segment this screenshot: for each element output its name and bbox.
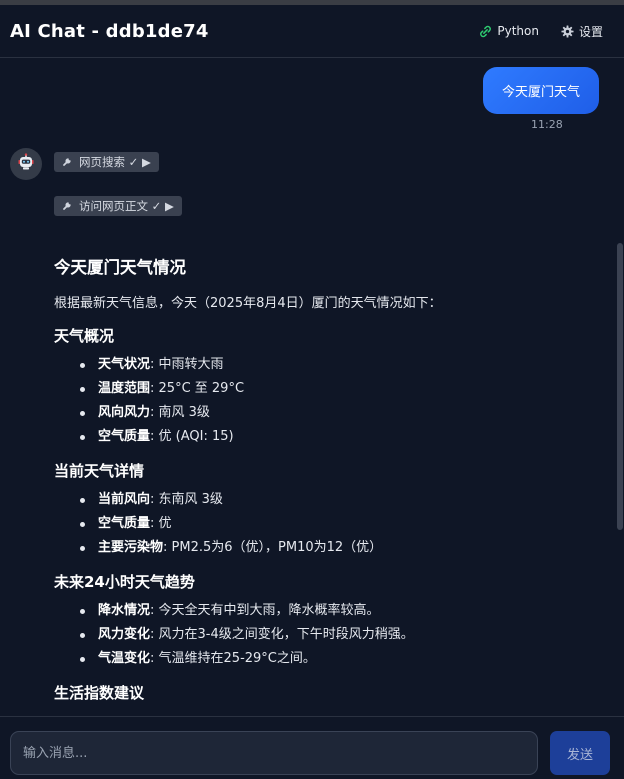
section-list: 降水情况: 今天全天有中到大雨，降水概率较高。 风力变化: 风力在3-4级之间变…: [54, 599, 594, 671]
wrench-icon: [62, 155, 74, 170]
wrench-icon: [62, 199, 74, 214]
list-item: 温度范围: 25°C 至 29°C: [54, 377, 594, 401]
settings-label: 设置: [578, 24, 603, 39]
app-title: AI Chat - ddb1de74: [10, 20, 209, 42]
python-button[interactable]: Python: [479, 24, 539, 38]
user-message-text: 今天厦门天气: [501, 85, 580, 100]
python-label: Python: [497, 24, 539, 38]
list-item: 天气状况: 中雨转大雨: [54, 353, 594, 377]
gear-icon: [561, 24, 574, 38]
robot-icon: [17, 153, 35, 175]
user-message-time: 11:28: [531, 118, 563, 131]
tool-call-visit-page[interactable]: 访问网页正文 ✓ ▶: [54, 196, 182, 216]
answer-intro: 根据最新天气信息，今天（2025年8月4日）厦门的天气情况如下：: [54, 296, 442, 311]
assistant-avatar: [10, 148, 42, 180]
message-input-bar: 发送: [0, 716, 624, 779]
section-heading: 天气概况: [54, 327, 115, 345]
section-list: 当前风向: 东南风 3级 空气质量: 优 主要污染物: PM2.5为6（优），P…: [54, 488, 594, 560]
section-heading: 生活指数建议: [54, 684, 145, 702]
app-header: AI Chat - ddb1de74 Python 设置: [0, 5, 624, 58]
section-heading: 未来24小时天气趋势: [54, 573, 195, 591]
list-item: 空气质量: 优: [54, 512, 594, 536]
chat-scrollbar-thumb[interactable]: [617, 243, 623, 530]
tool-call-label: 访问网页正文 ✓ ▶: [79, 199, 174, 213]
send-button[interactable]: 发送: [550, 731, 610, 775]
settings-button[interactable]: 设置: [561, 23, 603, 40]
message-input[interactable]: [10, 731, 538, 775]
chat-scroll-area[interactable]: 今天厦门天气 11:28 网页搜索 ✓ ▶ 访问网页正文 ✓ ▶ 今天厦门天气情…: [0, 58, 624, 716]
assistant-answer: 今天厦门天气情况 根据最新天气信息，今天（2025年8月4日）厦门的天气情况如下…: [54, 254, 594, 710]
answer-title: 今天厦门天气情况: [54, 258, 186, 277]
list-item: 风力变化: 风力在3-4级之间变化，下午时段风力稍强。: [54, 623, 594, 647]
list-item: 当前风向: 东南风 3级: [54, 488, 594, 512]
list-item: 主要污染物: PM2.5为6（优），PM10为12（优）: [54, 536, 594, 560]
list-item: 空气质量: 优 (AQI: 15): [54, 425, 594, 449]
list-item: 降水情况: 今天全天有中到大雨，降水概率较高。: [54, 599, 594, 623]
header-actions: Python 设置: [479, 23, 603, 40]
list-item: 气温变化: 气温维持在25-29°C之间。: [54, 647, 594, 671]
tool-call-label: 网页搜索 ✓ ▶: [79, 155, 151, 169]
section-list: 天气状况: 中雨转大雨 温度范围: 25°C 至 29°C 风向风力: 南风 3…: [54, 353, 594, 449]
user-message-bubble: 今天厦门天气: [483, 67, 599, 114]
section-heading: 当前天气详情: [54, 462, 145, 480]
list-item: 风向风力: 南风 3级: [54, 401, 594, 425]
python-icon: [479, 25, 492, 38]
tool-call-web-search[interactable]: 网页搜索 ✓ ▶: [54, 152, 159, 172]
